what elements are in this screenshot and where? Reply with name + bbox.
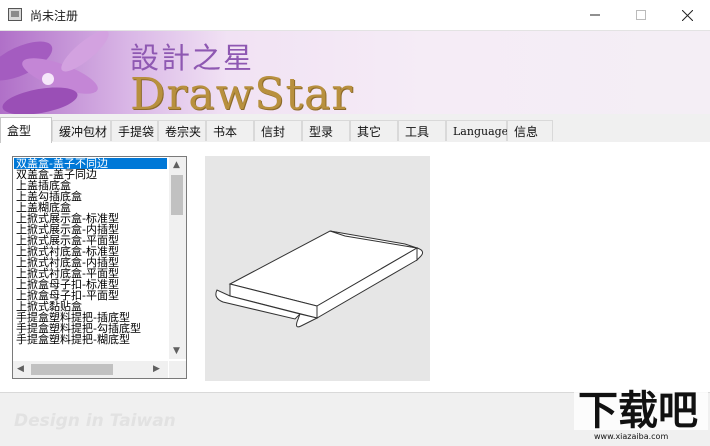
minimize-icon — [590, 14, 600, 16]
scroll-right-icon[interactable]: ▶ — [153, 364, 160, 374]
banner-title-en: DrawStar — [130, 69, 354, 114]
footer-text: Design in Taiwan — [14, 411, 176, 431]
svg-text:下载吧: 下载吧 — [578, 388, 698, 434]
title-bar: 尚未注册 — [0, 0, 710, 31]
tab-info[interactable]: 信息 — [507, 120, 553, 141]
list-horizontal-scrollbar[interactable]: ◀ ▶ — [13, 361, 168, 378]
tab-other[interactable]: 其它 — [350, 120, 398, 141]
tab-envelope[interactable]: 信封 — [254, 120, 302, 141]
tab-catalog[interactable]: 型录 — [302, 120, 350, 141]
list-vertical-scrollbar[interactable]: ▲ ▼ — [169, 157, 186, 359]
maximize-icon — [636, 10, 646, 20]
window-title: 尚未注册 — [30, 9, 79, 23]
category-tabs: 盒型 缓冲包材 手提袋 卷宗夹 书本 信封 型录 其它 工具 Language … — [0, 117, 710, 143]
scroll-up-icon[interactable]: ▲ — [173, 160, 180, 170]
svg-text:www.xiazaiba.com: www.xiazaiba.com — [594, 432, 668, 441]
tab-book[interactable]: 书本 — [206, 120, 254, 141]
lily-flower-image — [0, 31, 109, 114]
horizontal-scroll-thumb[interactable] — [31, 364, 113, 375]
box-3d-outline-icon — [215, 230, 423, 328]
tab-tools[interactable]: 工具 — [398, 120, 446, 141]
app-banner: 設計之星 DrawStar — [0, 31, 710, 114]
tab-language[interactable]: Language — [446, 120, 508, 141]
minimize-button[interactable] — [572, 0, 618, 30]
tab-handbag[interactable]: 手提袋 — [111, 120, 158, 141]
box-type-list-items: 双盖盒-盖子不同边 双盖盒-盖子同边 上盖插底盒 上盖勾插底盒 上盖糊底盒 上掀… — [14, 158, 167, 360]
scroll-down-icon[interactable]: ▼ — [173, 346, 180, 356]
tab-box[interactable]: 盒型 — [0, 117, 52, 143]
app-icon — [8, 8, 22, 21]
box-type-list[interactable]: 双盖盒-盖子不同边 双盖盒-盖子同边 上盖插底盒 上盖勾插底盒 上盖糊底盒 上掀… — [12, 156, 187, 379]
tab-content-panel: 双盖盒-盖子不同边 双盖盒-盖子同边 上盖插底盒 上盖勾插底盒 上盖糊底盒 上掀… — [0, 142, 710, 393]
close-button[interactable] — [664, 0, 710, 30]
list-item[interactable]: 手提盒塑料提把-糊底型 — [14, 334, 167, 345]
scrollbar-corner — [169, 361, 186, 378]
tab-folder[interactable]: 卷宗夹 — [158, 120, 206, 141]
site-watermark: 下载吧 www.xiazaiba.com — [574, 384, 708, 442]
watermark-logo-icon: 下载吧 www.xiazaiba.com — [574, 384, 708, 441]
box-preview-image — [205, 156, 430, 381]
close-icon — [681, 9, 693, 21]
maximize-button[interactable] — [618, 0, 664, 30]
scroll-left-icon[interactable]: ◀ — [17, 364, 24, 374]
tab-cushion[interactable]: 缓冲包材 — [52, 120, 111, 141]
vertical-scroll-thumb[interactable] — [171, 175, 183, 215]
